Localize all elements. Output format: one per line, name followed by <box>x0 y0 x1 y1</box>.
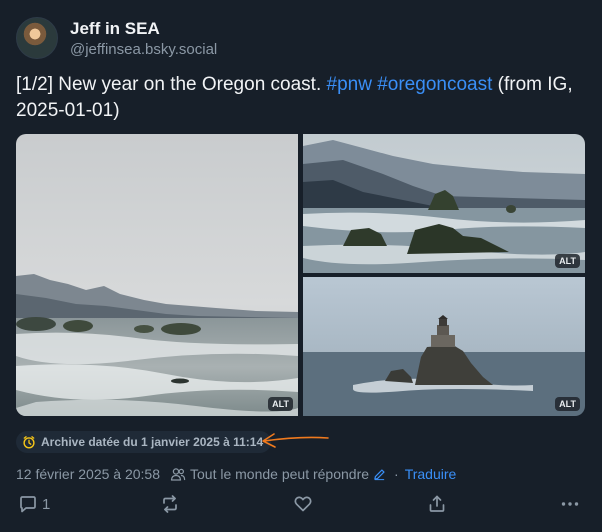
more-options-button[interactable] <box>560 494 580 514</box>
post-timestamp[interactable]: 12 février 2025 à 20:58 <box>16 466 160 482</box>
author-handle[interactable]: @jeffinsea.bsky.social <box>70 40 217 60</box>
reply-setting-label[interactable]: Tout le monde peut répondre <box>190 466 369 482</box>
meta-separator: · <box>394 466 399 482</box>
share-button[interactable] <box>427 494 447 514</box>
annotation-arrow-icon <box>262 433 329 448</box>
photo-sea-stacks-image <box>303 134 585 273</box>
share-icon <box>429 495 445 512</box>
post-meta: 12 février 2025 à 20:58 Tout le monde pe… <box>16 465 456 483</box>
post-header: Jeff in SEA @jeffinsea.bsky.social <box>16 17 217 63</box>
photo-coast-wide-image <box>16 134 298 416</box>
repost-button[interactable] <box>160 494 180 514</box>
alt-badge[interactable]: ALT <box>268 397 293 411</box>
reply-button[interactable]: 1 <box>18 494 50 514</box>
like-button[interactable] <box>293 494 313 514</box>
hashtag-oregoncoast[interactable]: #oregoncoast <box>377 74 492 95</box>
author-names: Jeff in SEA @jeffinsea.bsky.social <box>70 18 217 60</box>
archive-date-label: Archive datée du 1 janvier 2025 à 11:14 <box>41 435 264 449</box>
archive-date-badge[interactable]: Archive datée du 1 janvier 2025 à 11:14 <box>16 431 272 453</box>
avatar[interactable] <box>16 17 58 59</box>
alt-badge[interactable]: ALT <box>555 254 580 268</box>
alt-badge[interactable]: ALT <box>555 397 580 411</box>
reply-icon <box>20 496 36 513</box>
hashtag-pnw[interactable]: #pnw <box>327 74 372 95</box>
heart-icon <box>294 496 312 512</box>
edit-pencil-icon[interactable] <box>373 468 386 481</box>
ellipsis-icon <box>561 502 579 506</box>
post-text-prefix: [1/2] New year on the Oregon coast. <box>16 74 327 95</box>
translate-link[interactable]: Traduire <box>405 466 457 482</box>
archive-clock-icon <box>23 436 35 449</box>
repost-icon <box>163 495 177 513</box>
photo-lighthouse-rock[interactable]: ALT <box>303 277 585 416</box>
image-gallery: ALT ALT ALT <box>16 134 585 416</box>
post-card: Jeff in SEA @jeffinsea.bsky.social [1/2]… <box>0 0 602 532</box>
photo-coast-wide[interactable]: ALT <box>16 134 298 416</box>
action-bar: 1 <box>0 494 602 520</box>
reply-count: 1 <box>42 495 51 513</box>
photo-sea-stacks[interactable]: ALT <box>303 134 585 273</box>
author-display-name[interactable]: Jeff in SEA <box>70 18 217 40</box>
people-icon <box>170 468 186 481</box>
post-text: [1/2] New year on the Oregon coast. #pnw… <box>16 72 586 124</box>
photo-lighthouse-rock-image <box>303 277 585 416</box>
